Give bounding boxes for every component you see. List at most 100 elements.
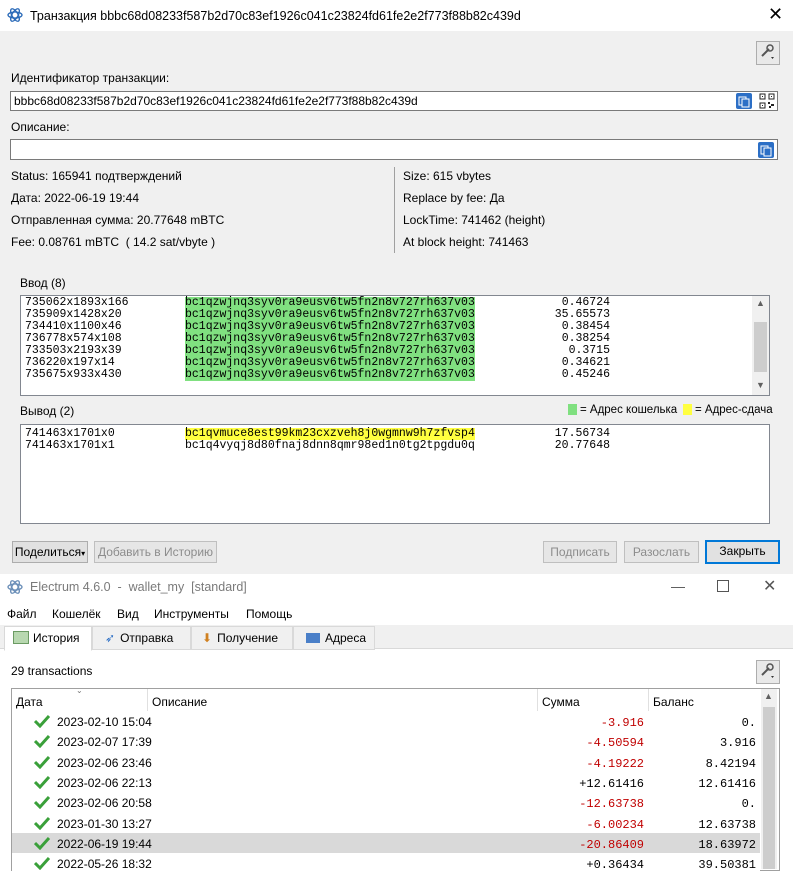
- share-button[interactable]: Поделиться▾: [12, 541, 88, 563]
- row-balance: 0.: [741, 716, 756, 730]
- row-amount: -12.63738: [579, 797, 644, 812]
- info-divider: [394, 167, 395, 253]
- row-date: 2023-02-06 20:58: [57, 796, 152, 811]
- history-tools-button[interactable]: [756, 660, 780, 684]
- column-balance[interactable]: Баланс: [653, 695, 694, 709]
- tx-window-close-icon[interactable]: ✕: [768, 4, 783, 25]
- addresses-icon: [306, 633, 320, 643]
- header-divider: [648, 689, 649, 711]
- tx-window-title: Транзакция bbbc68d08233f587b2d70c83ef192…: [30, 9, 521, 23]
- maximize-icon[interactable]: [717, 580, 729, 592]
- confirmed-check-icon: [34, 836, 50, 850]
- column-amount[interactable]: Сумма: [542, 695, 580, 709]
- confirmed-check-icon: [34, 816, 50, 830]
- history-scrollbar[interactable]: ▲: [761, 689, 777, 869]
- output-address[interactable]: bc1q4vyqj8d80fnaj8dnn8qmr98ed1n0tg2tpgdu…: [185, 440, 475, 452]
- tab-addresses[interactable]: Адреса: [293, 626, 375, 650]
- table-row[interactable]: 2022-06-19 19:44 -20.86409 18.63972: [12, 832, 760, 853]
- send-icon: ➶: [105, 631, 116, 645]
- fee-text: Fee: 0.08761 mBTC ( 14.2 sat/vbyte ): [11, 235, 216, 249]
- confirmed-check-icon: [34, 755, 50, 769]
- scroll-up-icon[interactable]: ▲: [756, 298, 765, 308]
- menu-file[interactable]: Файл: [7, 607, 37, 621]
- status-text: Status: 165941 подтверждений: [11, 169, 182, 183]
- tab-receive[interactable]: ⬇ Получение: [191, 626, 293, 650]
- inputs-scrollbar[interactable]: ▲ ▼: [752, 296, 769, 395]
- table-row[interactable]: 2022-05-26 18:32 +0.36434 39.50381: [12, 853, 760, 873]
- copy-txid-icon[interactable]: [736, 93, 752, 109]
- close-button[interactable]: Закрыть: [705, 540, 780, 564]
- row-date: 2023-02-06 22:13: [57, 775, 152, 790]
- row-date: 2023-02-10 15:04: [57, 715, 152, 729]
- column-description[interactable]: Описание: [152, 695, 207, 709]
- confirmed-check-icon: [34, 714, 50, 728]
- electrum-main-logo-icon: [7, 580, 23, 594]
- table-row[interactable]: 2023-02-07 17:39 -4.50594 3.916: [12, 731, 760, 752]
- rbf-text: Replace by fee: Да: [403, 191, 505, 205]
- confirmed-check-icon: [34, 857, 50, 871]
- row-date: 2023-02-06 23:46: [57, 755, 152, 770]
- sign-button[interactable]: Подписать: [543, 541, 617, 563]
- menu-tools[interactable]: Инструменты: [154, 607, 229, 621]
- sort-indicator-icon: ⌄: [76, 686, 83, 695]
- minimize-icon[interactable]: —: [671, 578, 685, 594]
- input-amount: 0.45246: [561, 368, 610, 381]
- qr-code-icon[interactable]: [759, 93, 775, 109]
- table-row[interactable]: 2023-02-06 22:13 +12.61416 12.61416: [12, 771, 760, 792]
- sent-amount-text: Отправленная сумма: 20.77648 mBTC: [11, 213, 225, 227]
- main-window-title: Electrum 4.6.0 - wallet_my [standard]: [30, 580, 247, 594]
- column-date[interactable]: Дата: [16, 695, 43, 709]
- txid-value: bbbc68d08233f587b2d70c83ef1926c041c23824…: [14, 94, 418, 108]
- main-close-icon[interactable]: ✕: [763, 576, 776, 596]
- row-amount: -4.19222: [586, 756, 644, 771]
- broadcast-button[interactable]: Разослать: [624, 541, 699, 563]
- menu-help[interactable]: Помощь: [246, 607, 292, 621]
- input-outpoint[interactable]: 735675x933x430: [25, 369, 122, 381]
- scroll-thumb[interactable]: [754, 322, 767, 372]
- header-divider: [537, 689, 538, 711]
- table-row[interactable]: 2023-02-06 20:58 -12.63738 0.: [12, 792, 760, 813]
- receive-icon: ⬇: [202, 631, 213, 645]
- tools-icon: [761, 44, 774, 59]
- input-address[interactable]: bc1qzwjnq3syv0ra9eusv6tw5fn2n8v727rh637v…: [185, 369, 475, 381]
- row-amount: -4.50594: [586, 736, 644, 751]
- description-input[interactable]: [10, 139, 778, 160]
- history-scroll-thumb[interactable]: [763, 707, 775, 869]
- confirmed-check-icon: [34, 796, 50, 810]
- table-row[interactable]: 2023-02-10 15:04 -3.916 0.: [12, 711, 760, 731]
- description-label: Описание:: [11, 120, 70, 134]
- header-divider: [147, 689, 148, 711]
- menu-view[interactable]: Вид: [117, 607, 139, 621]
- copy-description-icon[interactable]: [758, 142, 774, 158]
- history-scroll-up-icon[interactable]: ▲: [764, 691, 773, 701]
- inputs-label: Ввод (8): [20, 276, 66, 290]
- legend-wallet-text: = Адрес кошелька: [580, 404, 678, 416]
- tools-menu-button[interactable]: [756, 41, 780, 65]
- history-icon: [13, 631, 29, 644]
- history-header: Дата ⌄ Описание Сумма Баланс: [12, 686, 760, 712]
- row-balance: 18.63972: [698, 837, 756, 852]
- output-outpoint[interactable]: 741463x1701x1: [25, 440, 115, 452]
- tab-history[interactable]: История: [4, 626, 92, 651]
- txid-field[interactable]: bbbc68d08233f587b2d70c83ef1926c041c23824…: [10, 91, 778, 111]
- row-balance: 0.: [741, 797, 756, 812]
- row-amount: +12.61416: [579, 776, 644, 791]
- row-amount: +0.36434: [586, 858, 644, 873]
- table-row[interactable]: 2023-01-30 13:27 -6.00234 12.63738: [12, 812, 760, 833]
- scroll-down-icon[interactable]: ▼: [756, 380, 765, 390]
- output-amount: 20.77648: [554, 439, 610, 452]
- size-text: Size: 615 vbytes: [403, 169, 492, 183]
- row-amount: -6.00234: [586, 817, 644, 832]
- row-amount: -3.916: [600, 716, 644, 730]
- add-to-history-button[interactable]: Добавить в Историю: [94, 541, 217, 563]
- confirmed-check-icon: [34, 775, 50, 789]
- menu-wallet[interactable]: Кошелёк: [52, 607, 101, 621]
- table-row[interactable]: 2023-02-06 23:46 -4.19222 8.42194: [12, 751, 760, 772]
- electrum-logo-icon: [7, 8, 23, 22]
- legend-change-text: = Адрес-сдача: [695, 404, 773, 416]
- tab-send[interactable]: ➶ Отправка: [92, 626, 191, 650]
- row-date: 2023-01-30 13:27: [57, 816, 152, 831]
- row-balance: 12.63738: [698, 817, 756, 832]
- row-balance: 12.61416: [698, 776, 756, 791]
- history-tools-icon: [761, 663, 774, 678]
